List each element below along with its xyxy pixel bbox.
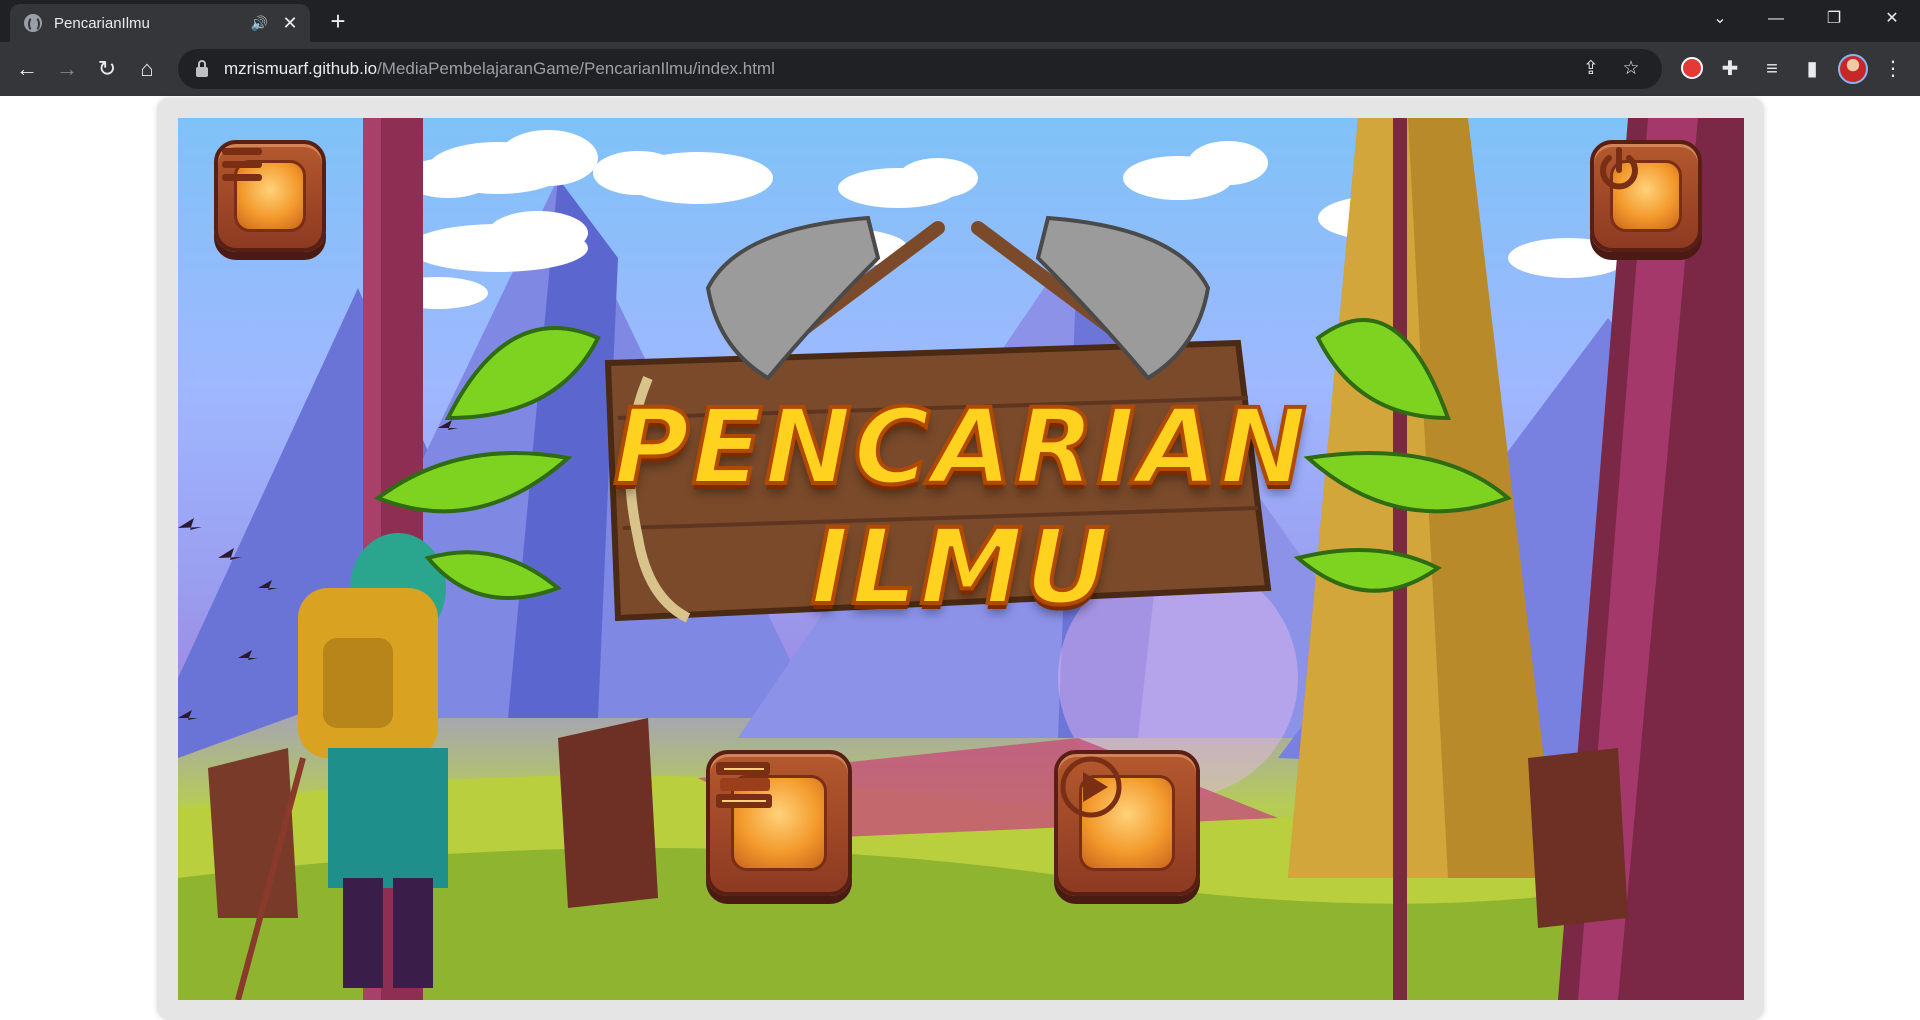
tab-strip: PencarianIlmu 🔊 ✕ + ⌄ — ❐ ✕ (0, 0, 1920, 42)
menu-button[interactable] (214, 140, 326, 252)
browser-toolbar: ← → ↻ ⌂ mzrismuarf.github.io/MediaPembel… (0, 42, 1920, 96)
media-control-icon[interactable]: ≡ (1757, 54, 1787, 84)
home-button[interactable]: ⌂ (130, 52, 164, 86)
play-button[interactable] (1054, 750, 1200, 896)
speaker-icon[interactable]: 🔊 (251, 15, 268, 32)
books-icon (716, 762, 828, 872)
game-canvas[interactable]: PENCARIAN ILMU (178, 118, 1744, 1000)
extensions-puzzle-icon[interactable]: ✚ (1715, 54, 1745, 84)
tab-search-button[interactable]: ⌄ (1692, 0, 1748, 38)
forward-button[interactable]: → (50, 52, 84, 86)
profile-avatar[interactable] (1838, 54, 1868, 84)
game-title-line1: PENCARIAN (611, 384, 1309, 510)
tab-close-icon[interactable]: ✕ (280, 13, 300, 34)
share-icon[interactable]: ⇪ (1580, 59, 1602, 79)
more-menu-icon[interactable]: ⋮ (1878, 54, 1908, 84)
power-button[interactable] (1590, 140, 1702, 252)
lock-icon[interactable] (196, 60, 208, 77)
address-bar[interactable]: mzrismuarf.github.io/MediaPembelajaranGa… (178, 49, 1662, 89)
url-host: mzrismuarf.github.io (224, 59, 378, 78)
power-icon (1600, 147, 1683, 233)
url-path: /MediaPembelajaranGame/PencarianIlmu/ind… (377, 59, 775, 78)
game-title-line2: ILMU (809, 504, 1112, 630)
menu-icon (222, 148, 307, 233)
books-button[interactable] (706, 750, 852, 896)
globe-icon (24, 14, 42, 32)
reload-button[interactable]: ↻ (90, 52, 124, 86)
bookmark-star-icon[interactable]: ☆ (1620, 59, 1642, 79)
new-tab-button[interactable]: + (322, 4, 354, 38)
play-icon (1060, 756, 1176, 872)
minimize-button[interactable]: — (1748, 0, 1804, 38)
browser-tab[interactable]: PencarianIlmu 🔊 ✕ (10, 4, 310, 42)
back-button[interactable]: ← (10, 52, 44, 86)
restore-button[interactable]: ❐ (1806, 0, 1862, 38)
side-panel-icon[interactable]: ▮ (1797, 54, 1827, 84)
extension-shield-icon[interactable] (1681, 57, 1703, 79)
window-close-button[interactable]: ✕ (1864, 0, 1920, 38)
tab-title: PencarianIlmu (54, 14, 150, 32)
